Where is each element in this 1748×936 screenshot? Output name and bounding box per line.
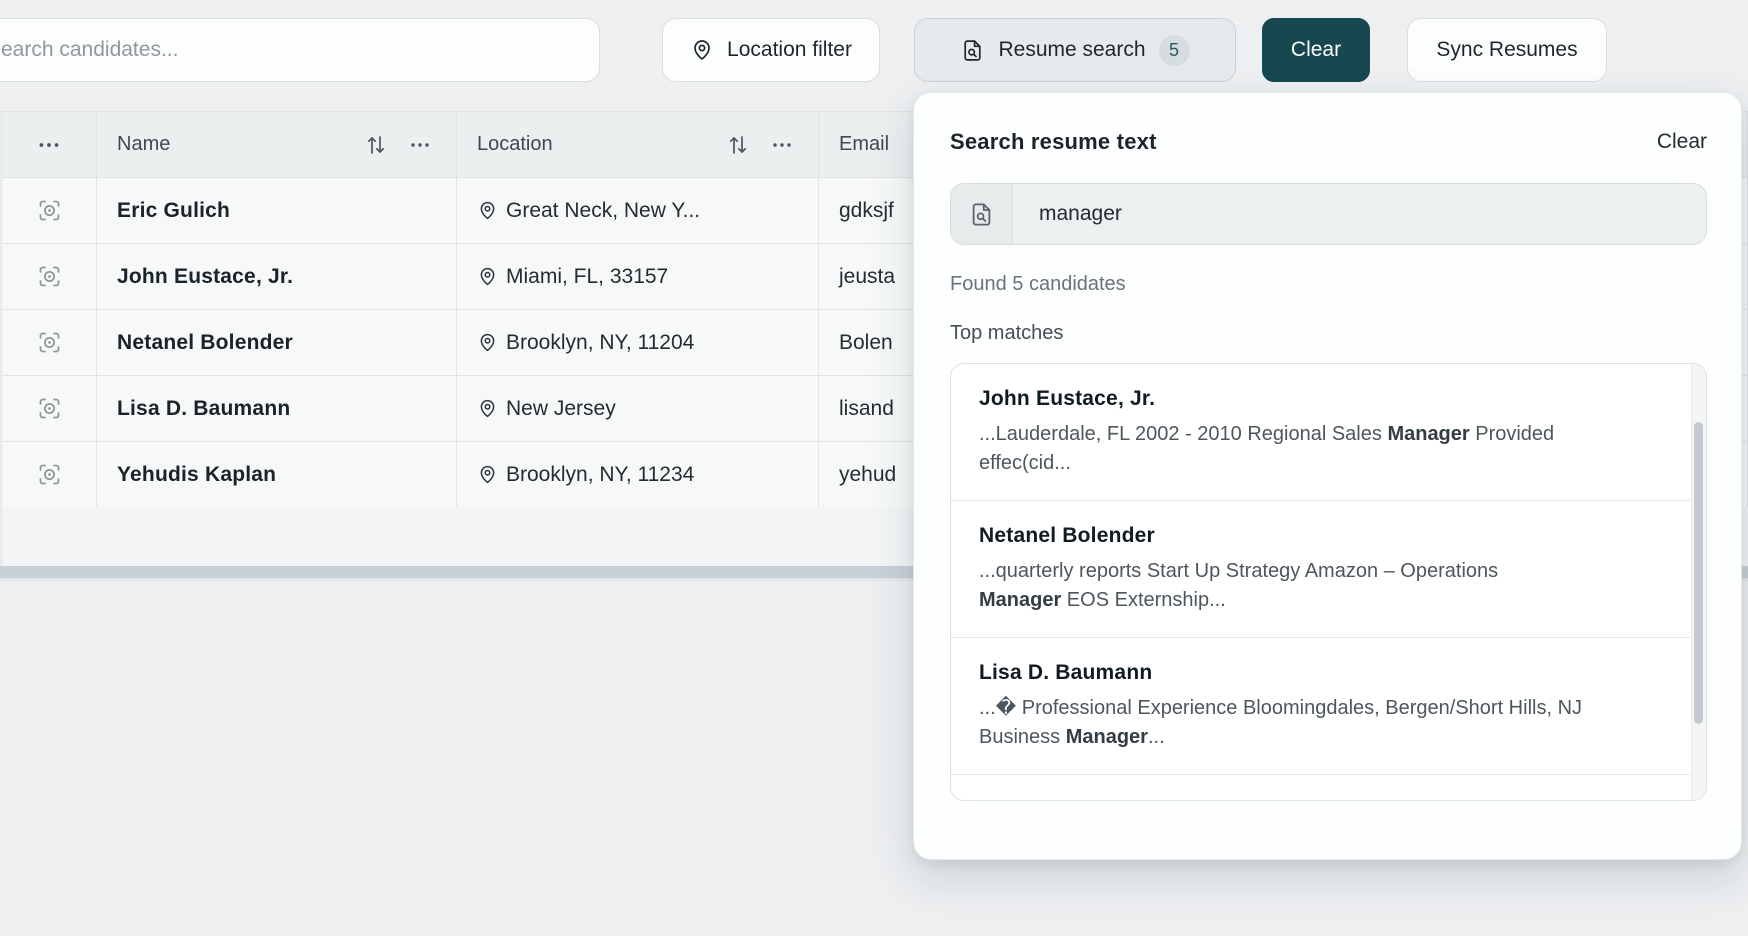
location-filter-label: Location filter xyxy=(727,38,852,62)
candidate-location-cell: Brooklyn, NY, 11204 xyxy=(457,310,819,375)
map-pin-icon xyxy=(690,38,714,62)
sync-resumes-label: Sync Resumes xyxy=(1436,38,1577,62)
candidate-location-cell: Brooklyn, NY, 11234 xyxy=(457,442,819,507)
match-resume-snippet: ...Lauderdale, FL 2002 - 2010 Regional S… xyxy=(979,420,1676,478)
header-cell-actions xyxy=(2,112,97,177)
candidate-location-text: Brooklyn, NY, 11234 xyxy=(506,463,694,487)
name-column-menu-icon[interactable] xyxy=(408,133,432,157)
candidate-location-text: New Jersey xyxy=(506,397,616,421)
match-list-container: John Eustace, Jr. ...Lauderdale, FL 2002… xyxy=(950,363,1707,801)
match-item[interactable]: John Eustace, Jr. ...Lauderdale, FL 2002… xyxy=(951,364,1690,501)
map-pin-icon xyxy=(477,266,498,287)
resume-search-popover: Search resume text Clear Found 5 candida… xyxy=(913,92,1742,860)
email-column-label: Email xyxy=(839,133,889,156)
candidate-location-text: Brooklyn, NY, 11204 xyxy=(506,331,694,355)
map-pin-icon xyxy=(477,200,498,221)
column-menu-icon[interactable] xyxy=(36,132,62,158)
resume-search-button[interactable]: Resume search 5 xyxy=(914,18,1236,82)
map-pin-icon xyxy=(477,332,498,353)
sort-name-icon[interactable] xyxy=(364,133,388,157)
top-matches-label: Top matches xyxy=(950,322,1707,345)
candidate-name-cell: Lisa D. Baumann xyxy=(97,376,457,441)
clear-filters-label: Clear xyxy=(1291,38,1341,62)
sync-resumes-button[interactable]: Sync Resumes xyxy=(1407,18,1607,82)
location-column-label: Location xyxy=(477,133,553,156)
match-candidate-name: Lisa D. Baumann xyxy=(979,661,1676,685)
match-list-scrollbar-thumb[interactable] xyxy=(1694,422,1703,724)
map-pin-icon xyxy=(477,398,498,419)
match-item[interactable]: Netanel Bolender ...quarterly reports St… xyxy=(951,501,1690,638)
resume-search-label: Resume search xyxy=(998,38,1145,62)
match-candidate-name: John Eustace, Jr. xyxy=(979,387,1676,411)
search-input[interactable] xyxy=(0,18,600,82)
candidate-name-cell: Netanel Bolender xyxy=(97,310,457,375)
candidate-location-text: Great Neck, New Y... xyxy=(506,199,700,223)
page: { "colors": { "accent_teal": "#17474F", … xyxy=(0,0,1748,936)
popover-clear-button[interactable]: Clear xyxy=(1657,130,1707,154)
match-list: John Eustace, Jr. ...Lauderdale, FL 2002… xyxy=(951,364,1706,775)
match-item[interactable]: Lisa D. Baumann ...� Professional Experi… xyxy=(951,638,1690,775)
popover-title: Search resume text xyxy=(950,129,1157,155)
candidate-location-text: Miami, FL, 33157 xyxy=(506,265,668,289)
location-filter-button[interactable]: Location filter xyxy=(662,18,880,82)
candidate-name-cell: Yehudis Kaplan xyxy=(97,442,457,507)
found-count-text: Found 5 candidates xyxy=(950,273,1707,296)
resume-query-field xyxy=(950,183,1707,245)
candidate-location-cell: Miami, FL, 33157 xyxy=(457,244,819,309)
header-cell-location: Location xyxy=(457,112,819,177)
map-pin-icon xyxy=(477,464,498,485)
match-candidate-name: Netanel Bolender xyxy=(979,524,1676,548)
resume-query-input[interactable] xyxy=(1013,184,1706,244)
header-cell-name: Name xyxy=(97,112,457,177)
resume-search-count-badge: 5 xyxy=(1159,35,1190,66)
candidate-name-cell: Eric Gulich xyxy=(97,178,457,243)
candidate-name-cell: John Eustace, Jr. xyxy=(97,244,457,309)
location-column-menu-icon[interactable] xyxy=(770,133,794,157)
file-search-icon xyxy=(951,184,1013,244)
scan-resume-icon[interactable] xyxy=(36,329,63,356)
scan-resume-icon[interactable] xyxy=(36,461,63,488)
sort-location-icon[interactable] xyxy=(726,133,750,157)
scan-resume-icon[interactable] xyxy=(36,263,63,290)
clear-filters-button[interactable]: Clear xyxy=(1262,18,1370,82)
candidate-location-cell: Great Neck, New Y... xyxy=(457,178,819,243)
candidate-location-cell: New Jersey xyxy=(457,376,819,441)
scan-resume-icon[interactable] xyxy=(36,197,63,224)
match-resume-snippet: ...quarterly reports Start Up Strategy A… xyxy=(979,557,1676,615)
file-search-icon xyxy=(960,38,985,63)
match-resume-snippet: ...� Professional Experience Bloomingdal… xyxy=(979,694,1676,752)
scan-resume-icon[interactable] xyxy=(36,395,63,422)
name-column-label: Name xyxy=(117,133,170,156)
